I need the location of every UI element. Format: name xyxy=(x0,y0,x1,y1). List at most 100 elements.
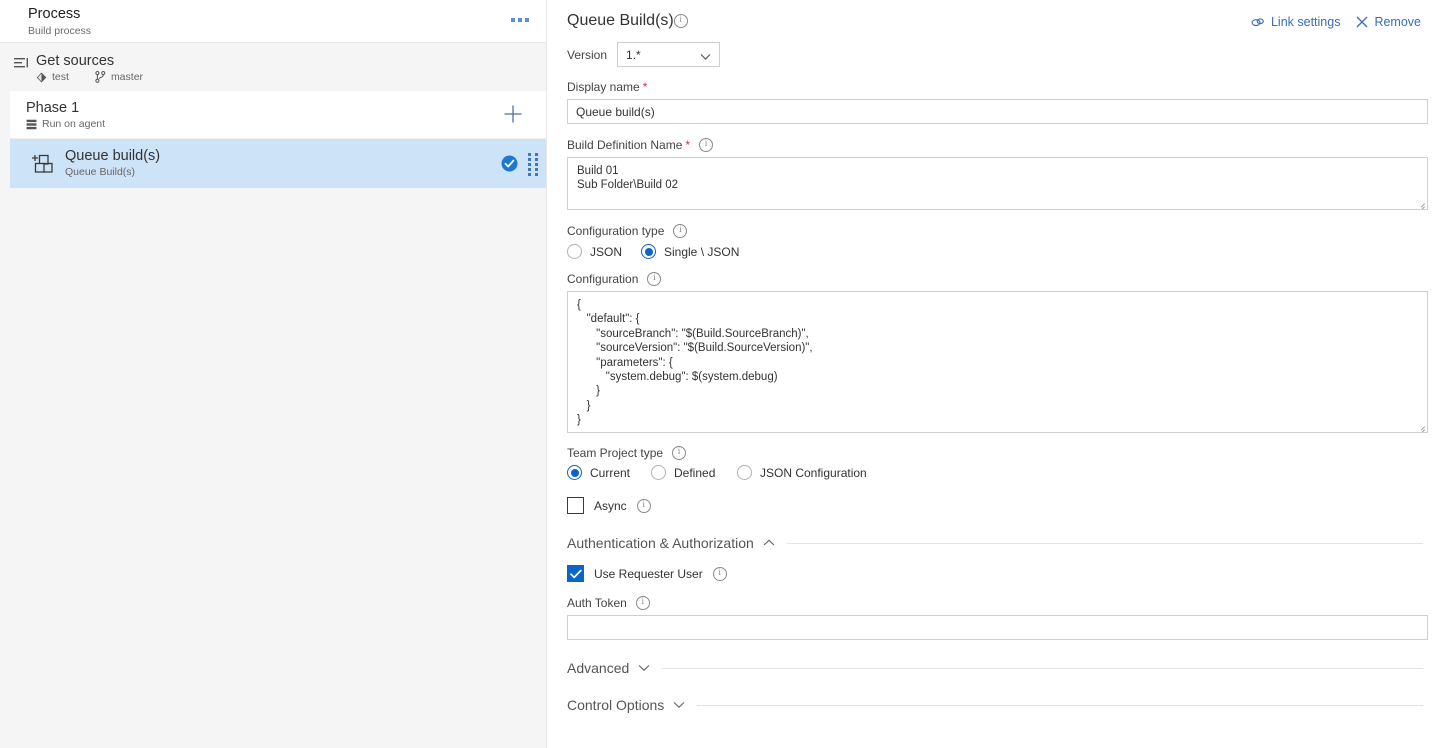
field-auth-token: Auth Token i xyxy=(567,596,1429,640)
field-configuration-type: Configuration type i JSON Single \ JSON xyxy=(567,224,1429,259)
branch-name: master xyxy=(111,71,143,83)
agent-icon xyxy=(26,119,37,130)
process-editor: Process Build process Get sources xyxy=(0,0,1435,748)
task-settings-panel: Queue Build(s) i Link settings Remove xyxy=(547,0,1435,748)
configuration-label: Configuration i xyxy=(567,272,1429,286)
async-checkbox[interactable] xyxy=(567,497,584,514)
section-authentication-authorization[interactable]: Authentication & Authorization xyxy=(567,535,1429,551)
field-display-name: Display name * Queue build(s) xyxy=(567,80,1429,124)
auth-token-input[interactable] xyxy=(567,615,1428,640)
get-sources-body: Get sources test xyxy=(36,53,143,83)
section-control-options[interactable]: Control Options xyxy=(567,697,1429,713)
info-icon[interactable]: i xyxy=(636,596,650,610)
radio-indicator xyxy=(567,244,582,259)
section-title: Authentication & Authorization xyxy=(567,535,754,551)
remove-button[interactable]: Remove xyxy=(1356,15,1421,29)
queue-build-icon xyxy=(28,152,58,176)
radio-team-project-current[interactable]: Current xyxy=(567,465,651,480)
async-label: Async xyxy=(594,499,627,513)
version-row: Version 1.* xyxy=(567,42,1435,67)
field-team-project-type: Team Project type i Current Defined JSON… xyxy=(567,446,1429,480)
info-icon[interactable]: i xyxy=(713,567,727,581)
build-definition-name-label: Build Definition Name * i xyxy=(567,138,1429,152)
process-tree-panel: Process Build process Get sources xyxy=(0,0,547,748)
use-requester-user-label: Use Requester User xyxy=(594,567,703,581)
version-value: 1.* xyxy=(626,48,641,62)
field-build-definition-name: Build Definition Name * i Build 01 Sub F… xyxy=(567,138,1429,210)
process-title: Process xyxy=(28,6,532,23)
info-icon[interactable]: i xyxy=(699,138,713,152)
configuration-type-label: Configuration type i xyxy=(567,224,1429,238)
task-body: Queue build(s) Queue Build(s) xyxy=(65,148,160,179)
radio-config-type-json[interactable]: JSON xyxy=(567,244,641,259)
task-settings-form: Display name * Queue build(s) Build Defi… xyxy=(547,80,1435,713)
close-icon xyxy=(1356,16,1368,28)
configuration-textarea[interactable]: { "default": { "sourceBranch": "$(Build.… xyxy=(567,291,1428,433)
remove-label: Remove xyxy=(1374,15,1421,29)
use-requester-user-checkbox[interactable] xyxy=(567,565,584,582)
team-project-type-label: Team Project type i xyxy=(567,446,1429,460)
link-icon xyxy=(1251,16,1265,29)
section-divider xyxy=(787,543,1423,544)
task-title: Queue build(s) xyxy=(65,148,160,165)
display-name-input[interactable]: Queue build(s) xyxy=(567,99,1428,124)
radio-indicator xyxy=(567,465,582,480)
get-sources-icon xyxy=(8,53,34,69)
phase-title: Phase 1 xyxy=(26,100,105,117)
radio-indicator xyxy=(651,465,666,480)
field-use-requester-user: Use Requester User i xyxy=(567,565,1429,582)
tree-item-get-sources[interactable]: Get sources test xyxy=(0,43,546,91)
check-circle-icon[interactable] xyxy=(501,155,518,177)
plus-icon[interactable] xyxy=(502,103,524,125)
header-actions: Link settings Remove xyxy=(1251,15,1421,29)
phase-block: Phase 1 Run on agent xyxy=(10,91,546,188)
resize-handle[interactable] xyxy=(1416,422,1425,431)
field-configuration: Configuration i { "default": { "sourceBr… xyxy=(567,272,1429,433)
radio-indicator xyxy=(641,244,656,259)
process-subtitle: Build process xyxy=(28,24,532,38)
section-advanced[interactable]: Advanced xyxy=(567,660,1429,676)
repository-info: test xyxy=(36,71,69,83)
resize-handle[interactable] xyxy=(1416,199,1425,208)
link-settings-button[interactable]: Link settings xyxy=(1251,15,1340,29)
tree-item-queue-builds[interactable]: Queue build(s) Queue Build(s) xyxy=(10,139,546,188)
link-settings-label: Link settings xyxy=(1271,15,1340,29)
radio-team-project-defined[interactable]: Defined xyxy=(651,465,737,480)
phase-subtitle: Run on agent xyxy=(42,118,105,130)
chevron-up-icon xyxy=(763,539,775,547)
info-icon[interactable]: i xyxy=(637,499,651,513)
display-name-label: Display name * xyxy=(567,80,1429,94)
chevron-down-icon xyxy=(673,701,685,709)
info-icon[interactable]: i xyxy=(672,446,686,460)
process-header: Process Build process xyxy=(0,0,546,43)
radio-team-project-json-configuration[interactable]: JSON Configuration xyxy=(737,465,867,480)
section-divider xyxy=(662,668,1423,669)
radio-indicator xyxy=(737,465,752,480)
configuration-type-radio-group: JSON Single \ JSON xyxy=(567,244,1429,259)
task-subtitle: Queue Build(s) xyxy=(65,166,160,179)
info-icon[interactable]: i xyxy=(673,224,687,238)
info-icon[interactable]: i xyxy=(674,14,688,28)
chevron-down-icon xyxy=(638,664,650,672)
version-label: Version xyxy=(567,48,607,62)
page-title: Queue Build(s) xyxy=(567,12,674,30)
section-title: Control Options xyxy=(567,697,664,713)
field-async: Async i xyxy=(567,497,1429,514)
branch-info: master xyxy=(95,71,143,83)
get-sources-title: Get sources xyxy=(36,53,143,70)
phase-body: Phase 1 Run on agent xyxy=(26,100,105,130)
team-project-type-radio-group: Current Defined JSON Configuration xyxy=(567,465,1429,480)
chevron-down-icon xyxy=(700,50,711,64)
radio-config-type-single-json[interactable]: Single \ JSON xyxy=(641,244,739,259)
section-title: Advanced xyxy=(567,660,629,676)
ellipsis-icon[interactable] xyxy=(506,10,534,30)
branch-icon xyxy=(95,71,106,83)
build-definition-name-textarea[interactable]: Build 01 Sub Folder\Build 02 xyxy=(567,157,1428,210)
drag-handle-icon[interactable] xyxy=(528,153,538,176)
info-icon[interactable]: i xyxy=(647,272,661,286)
task-settings-header: Queue Build(s) i Link settings Remove xyxy=(547,0,1435,80)
get-sources-meta: test master xyxy=(36,71,143,83)
repository-name: test xyxy=(52,71,69,83)
version-select[interactable]: 1.* xyxy=(617,42,720,67)
tree-item-phase-1[interactable]: Phase 1 Run on agent xyxy=(10,91,546,139)
